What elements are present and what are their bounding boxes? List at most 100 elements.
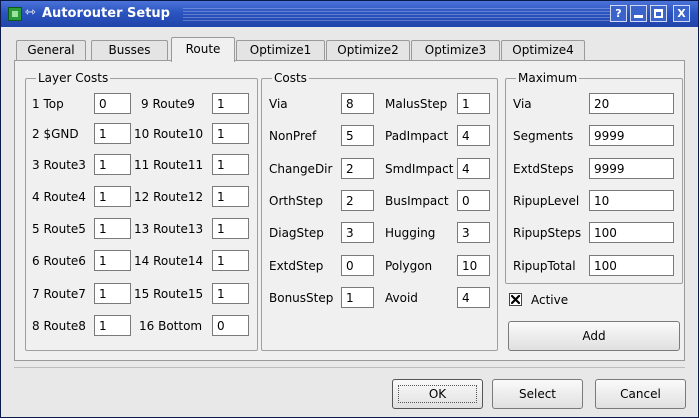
minimize-button[interactable]: [630, 5, 647, 22]
checkmark-icon: [511, 295, 520, 304]
cost-label: MalusStep: [385, 97, 448, 111]
layer-cost-input[interactable]: [212, 218, 249, 239]
cost-input[interactable]: [457, 93, 490, 114]
tab-optimize2[interactable]: Optimize2: [326, 40, 410, 61]
cost-label: OrthStep: [269, 194, 324, 208]
layer-label: 6 Route6: [32, 254, 86, 268]
cost-label: ExtdStep: [269, 259, 324, 273]
layer-cost-input[interactable]: [94, 315, 131, 336]
cost-input[interactable]: [341, 287, 374, 308]
cost-input[interactable]: [341, 255, 374, 276]
layer-cost-input[interactable]: [212, 154, 249, 175]
layer-cost-input[interactable]: [212, 93, 249, 114]
tab-optimize1[interactable]: Optimize1: [236, 40, 325, 61]
add-button[interactable]: Add: [508, 321, 680, 351]
cancel-button[interactable]: Cancel: [595, 379, 686, 409]
title-bar[interactable]: ⇿ Autorouter Setup ? X: [1, 1, 698, 27]
layer-label: 12 Route12: [134, 190, 204, 204]
maximum-input[interactable]: [589, 158, 674, 179]
layer-cost-input[interactable]: [94, 93, 131, 114]
cost-label: Via: [269, 97, 288, 111]
cost-input[interactable]: [457, 222, 490, 243]
maximum-label: RipupTotal: [513, 259, 576, 273]
layer-cost-input[interactable]: [212, 123, 249, 144]
maximum-label: RipupLevel: [513, 194, 580, 208]
cost-input[interactable]: [341, 190, 374, 211]
maximum-input[interactable]: [589, 222, 674, 243]
cost-input[interactable]: [341, 222, 374, 243]
layer-cost-input[interactable]: [94, 186, 131, 207]
layer-label: 8 Route8: [32, 319, 86, 333]
layer-label: 16 Bottom: [139, 319, 203, 333]
select-button[interactable]: Select: [492, 379, 583, 409]
layer-label: 9 Route9: [141, 97, 195, 111]
tab-optimize3[interactable]: Optimize3: [411, 40, 500, 61]
close-button[interactable]: X: [673, 5, 690, 22]
layer-cost-input[interactable]: [212, 250, 249, 271]
layer-label: 13 Route13: [134, 222, 204, 236]
layer-label: 5 Route5: [32, 222, 86, 236]
pin-icon[interactable]: ⇿: [25, 5, 36, 21]
tab-route[interactable]: Route: [171, 37, 235, 62]
layer-costs-group: Layer Costs: [25, 71, 258, 351]
cost-input[interactable]: [341, 93, 374, 114]
layer-label: 1 Top: [32, 97, 64, 111]
layer-label: 7 Route7: [32, 287, 86, 301]
layer-label: 3 Route3: [32, 158, 86, 172]
tab-general[interactable]: General: [16, 40, 86, 61]
tab-optimize4[interactable]: Optimize4: [501, 40, 585, 61]
maximum-input[interactable]: [589, 255, 674, 276]
autorouter-setup-dialog: ⇿ Autorouter Setup ? X General Busses Ro…: [0, 0, 699, 418]
layer-cost-input[interactable]: [94, 154, 131, 175]
separator: [14, 367, 685, 368]
layer-cost-input[interactable]: [212, 186, 249, 207]
cost-label: Avoid: [385, 291, 418, 305]
layer-label: 15 Route15: [134, 287, 204, 301]
layer-cost-input[interactable]: [212, 315, 249, 336]
maximum-label: RipupSteps: [513, 226, 582, 240]
layer-label: 14 Route14: [134, 254, 204, 268]
cost-input[interactable]: [457, 190, 490, 211]
cost-label: DiagStep: [269, 226, 324, 240]
cost-label: BonusStep: [269, 291, 334, 305]
layer-cost-input[interactable]: [94, 250, 131, 271]
layer-cost-input[interactable]: [94, 218, 131, 239]
tab-busses[interactable]: Busses: [91, 40, 168, 61]
layer-label: 2 $GND: [32, 127, 79, 141]
active-checkbox[interactable]: [509, 293, 522, 306]
maximum-title: Maximum: [516, 71, 580, 85]
maximum-input[interactable]: [589, 125, 674, 146]
cost-input[interactable]: [341, 125, 374, 146]
costs-title: Costs: [272, 71, 309, 85]
help-button[interactable]: ?: [610, 5, 627, 22]
maximum-input[interactable]: [589, 190, 674, 211]
maximum-input[interactable]: [589, 93, 674, 114]
maximum-label: Via: [513, 97, 532, 111]
cost-input[interactable]: [457, 287, 490, 308]
layer-cost-input[interactable]: [94, 283, 131, 304]
ok-button[interactable]: OK: [392, 379, 483, 409]
cost-input[interactable]: [457, 125, 490, 146]
cost-input[interactable]: [457, 255, 490, 276]
layer-cost-input[interactable]: [94, 123, 131, 144]
cost-label: Polygon: [385, 259, 433, 273]
layer-label: 11 Route11: [134, 158, 204, 172]
title-bar-stripes: [183, 7, 610, 21]
cost-input[interactable]: [457, 158, 490, 179]
active-label: Active: [531, 293, 569, 307]
window-title: Autorouter Setup: [42, 6, 170, 21]
app-icon: [8, 7, 22, 21]
cost-label: PadImpact: [385, 129, 449, 143]
cost-label: BusImpact: [385, 194, 449, 208]
cost-label: SmdImpact: [385, 162, 454, 176]
cost-label: ChangeDir: [269, 162, 333, 176]
ok-button-label: OK: [397, 385, 478, 403]
layer-costs-title: Layer Costs: [36, 71, 111, 85]
cost-label: Hugging: [385, 226, 436, 240]
cost-input[interactable]: [341, 158, 374, 179]
maximum-label: Segments: [513, 129, 574, 143]
layer-label: 4 Route4: [32, 190, 86, 204]
layer-cost-input[interactable]: [212, 283, 249, 304]
layer-label: 10 Route10: [134, 127, 204, 141]
maximize-button[interactable]: [650, 5, 667, 22]
